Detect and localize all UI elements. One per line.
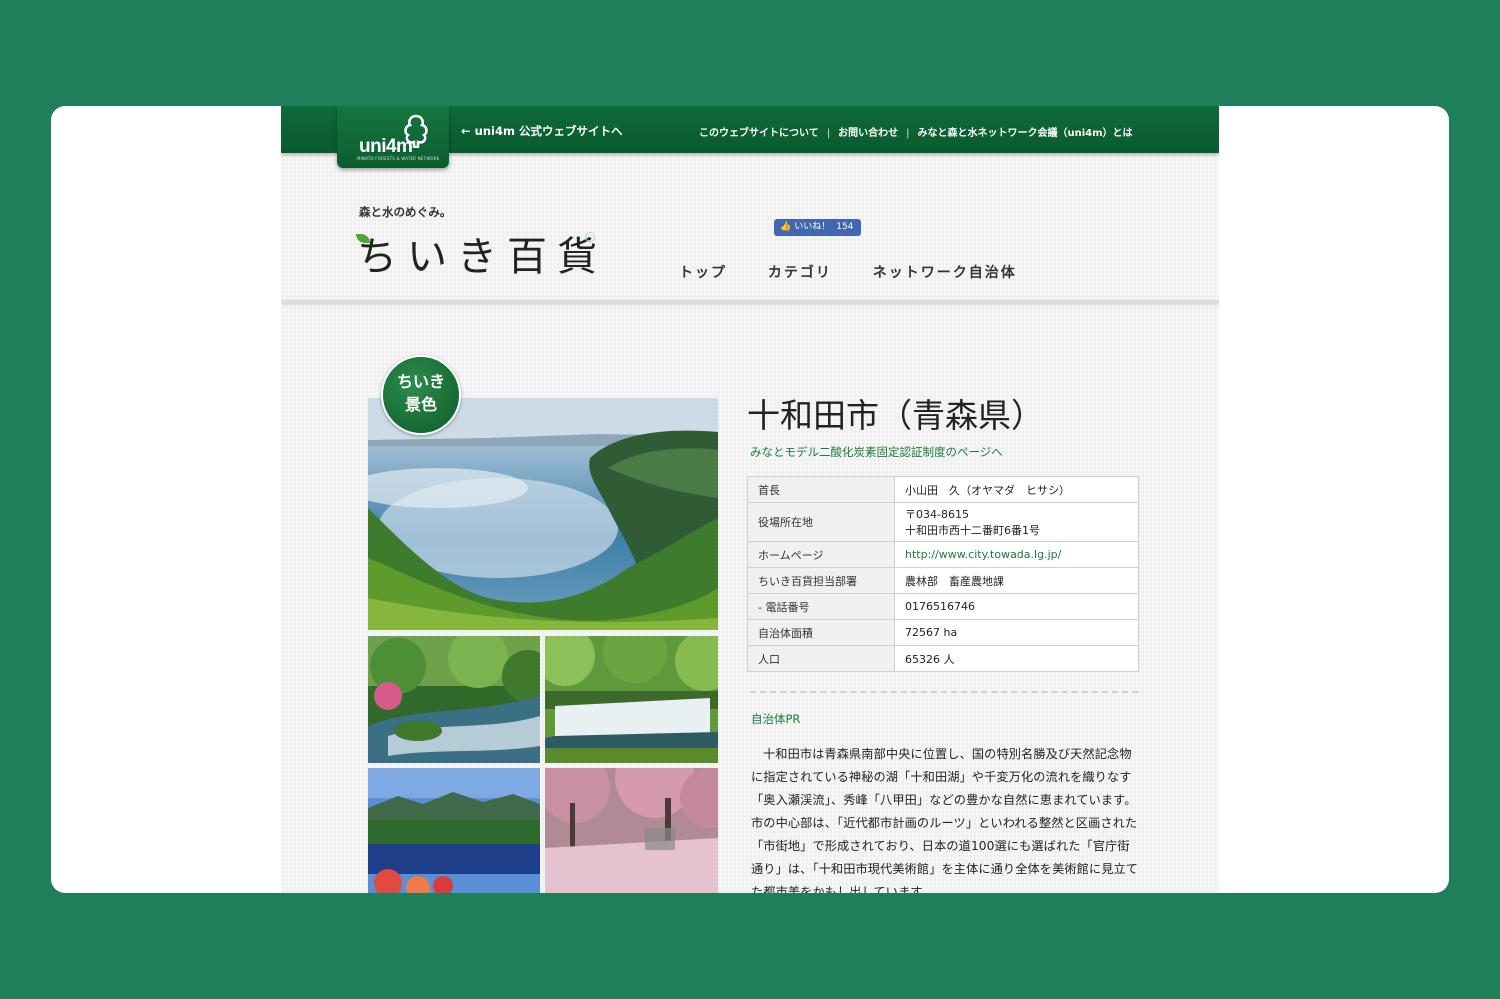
minato-model-link[interactable]: みなとモデル二酸化炭素固定認証制度のページへ: [750, 444, 1003, 460]
logo-subtext: MINATO FORESTS & WATER NETWORK: [357, 156, 440, 161]
table-row: - 電話番号 0176516746: [747, 593, 1139, 620]
info-label: ちいき百貨担当部署: [747, 567, 895, 594]
separator: |: [826, 128, 831, 139]
info-label: ホームページ: [747, 541, 895, 568]
chiiki-keshiki-badge: ちいき 景色: [381, 355, 461, 435]
nav-top[interactable]: トップ: [679, 265, 727, 281]
waterfall-photo[interactable]: [545, 636, 718, 763]
water-drop-icon: [585, 232, 595, 242]
pr-text: 十和田市は青森県南部中央に位置し、国の特別名勝及び天然記念物に指定されている神秘…: [751, 747, 1139, 893]
site-page: ← uni4m 公式ウェブサイトへ このウェブサイトについて | お問い合わせ | みな…: [281, 106, 1219, 893]
nav-category[interactable]: カテゴリ: [768, 265, 832, 281]
table-row: ホームページ http://www.city.towada.lg.jp/: [747, 541, 1139, 568]
kanchogai-dori-cherry-photo[interactable]: [545, 768, 718, 893]
table-row: ちいき百貨担当部署 農林部 畜産農地課: [747, 567, 1139, 594]
header-divider: [281, 300, 1219, 303]
logo-wordmark: uni4m: [359, 136, 413, 157]
about-site-link[interactable]: このウェブサイトについて: [699, 128, 819, 139]
info-value: 〒034-8615 十和田市西十二番町6番1号: [894, 502, 1139, 542]
info-label: 役場所在地: [747, 502, 895, 542]
municipality-info-table: 首長 小山田 久（オヤマダ ヒサシ） 役場所在地 〒034-8615 十和田市西…: [747, 476, 1139, 672]
site-brand-logo[interactable]: ちいき百貨: [357, 224, 607, 282]
dashed-divider: [750, 691, 1138, 693]
top-links: このウェブサイトについて | お問い合わせ | みなと森と水ネットワーク会議（uni4m…: [699, 124, 1133, 139]
info-label: 首長: [747, 476, 895, 503]
separator: |: [906, 128, 910, 139]
like-label: いいね！: [794, 222, 831, 232]
info-label: 自治体面積: [747, 619, 895, 646]
badge-line-1: ちいき: [396, 372, 445, 391]
tagline: 森と水のめぐみ。: [359, 205, 452, 219]
hakkoda-mountain-lake-photo[interactable]: [368, 768, 540, 893]
table-row: 人口 65326 人: [747, 645, 1139, 672]
uni4m-official-site-link[interactable]: ← uni4m 公式ウェブサイトへ: [461, 123, 622, 139]
like-count: 154: [836, 222, 854, 232]
info-value: 65326 人: [894, 645, 1139, 672]
address: 十和田市西十二番町6番1号: [905, 524, 1040, 537]
city-title: 十和田市（青森県）: [747, 396, 1044, 435]
homepage-link[interactable]: http://www.city.towada.lg.jp/: [905, 548, 1061, 561]
oirase-stream-photo[interactable]: [368, 636, 540, 763]
table-row: 自治体面積 72567 ha: [747, 619, 1139, 646]
nav-network-municipalities[interactable]: ネットワーク自治体: [873, 265, 1017, 281]
info-label: - 電話番号: [747, 593, 895, 620]
info-value: http://www.city.towada.lg.jp/: [894, 541, 1139, 568]
info-value: 0176516746: [894, 593, 1139, 620]
info-value: 小山田 久（オヤマダ ヒサシ）: [894, 476, 1139, 503]
uni4m-logo[interactable]: uni4m MINATO FORESTS & WATER NETWORK: [337, 106, 449, 168]
badge-line-2: 景色: [404, 395, 437, 414]
about-uni4m-link[interactable]: みなと森と水ネットワーク会議（uni4m）とは: [917, 128, 1132, 139]
pr-heading: 自治体PR: [751, 712, 801, 726]
facebook-like-button[interactable]: 👍 いいね！ 154: [774, 219, 861, 236]
postal-code: 〒034-8615: [905, 508, 969, 521]
table-row: 役場所在地 〒034-8615 十和田市西十二番町6番1号: [747, 502, 1139, 542]
table-row: 首長 小山田 久（オヤマダ ヒサシ）: [747, 476, 1139, 503]
info-label: 人口: [747, 645, 895, 672]
info-value: 農林部 畜産農地課: [894, 567, 1139, 594]
contact-link[interactable]: お問い合わせ: [838, 128, 898, 139]
global-nav: トップ カテゴリ ネットワーク自治体: [679, 262, 1051, 282]
thumbs-up-icon: 👍: [780, 222, 792, 232]
info-value: 72567 ha: [894, 619, 1139, 646]
browser-card: ← uni4m 公式ウェブサイトへ このウェブサイトについて | お問い合わせ | みな…: [51, 106, 1449, 893]
